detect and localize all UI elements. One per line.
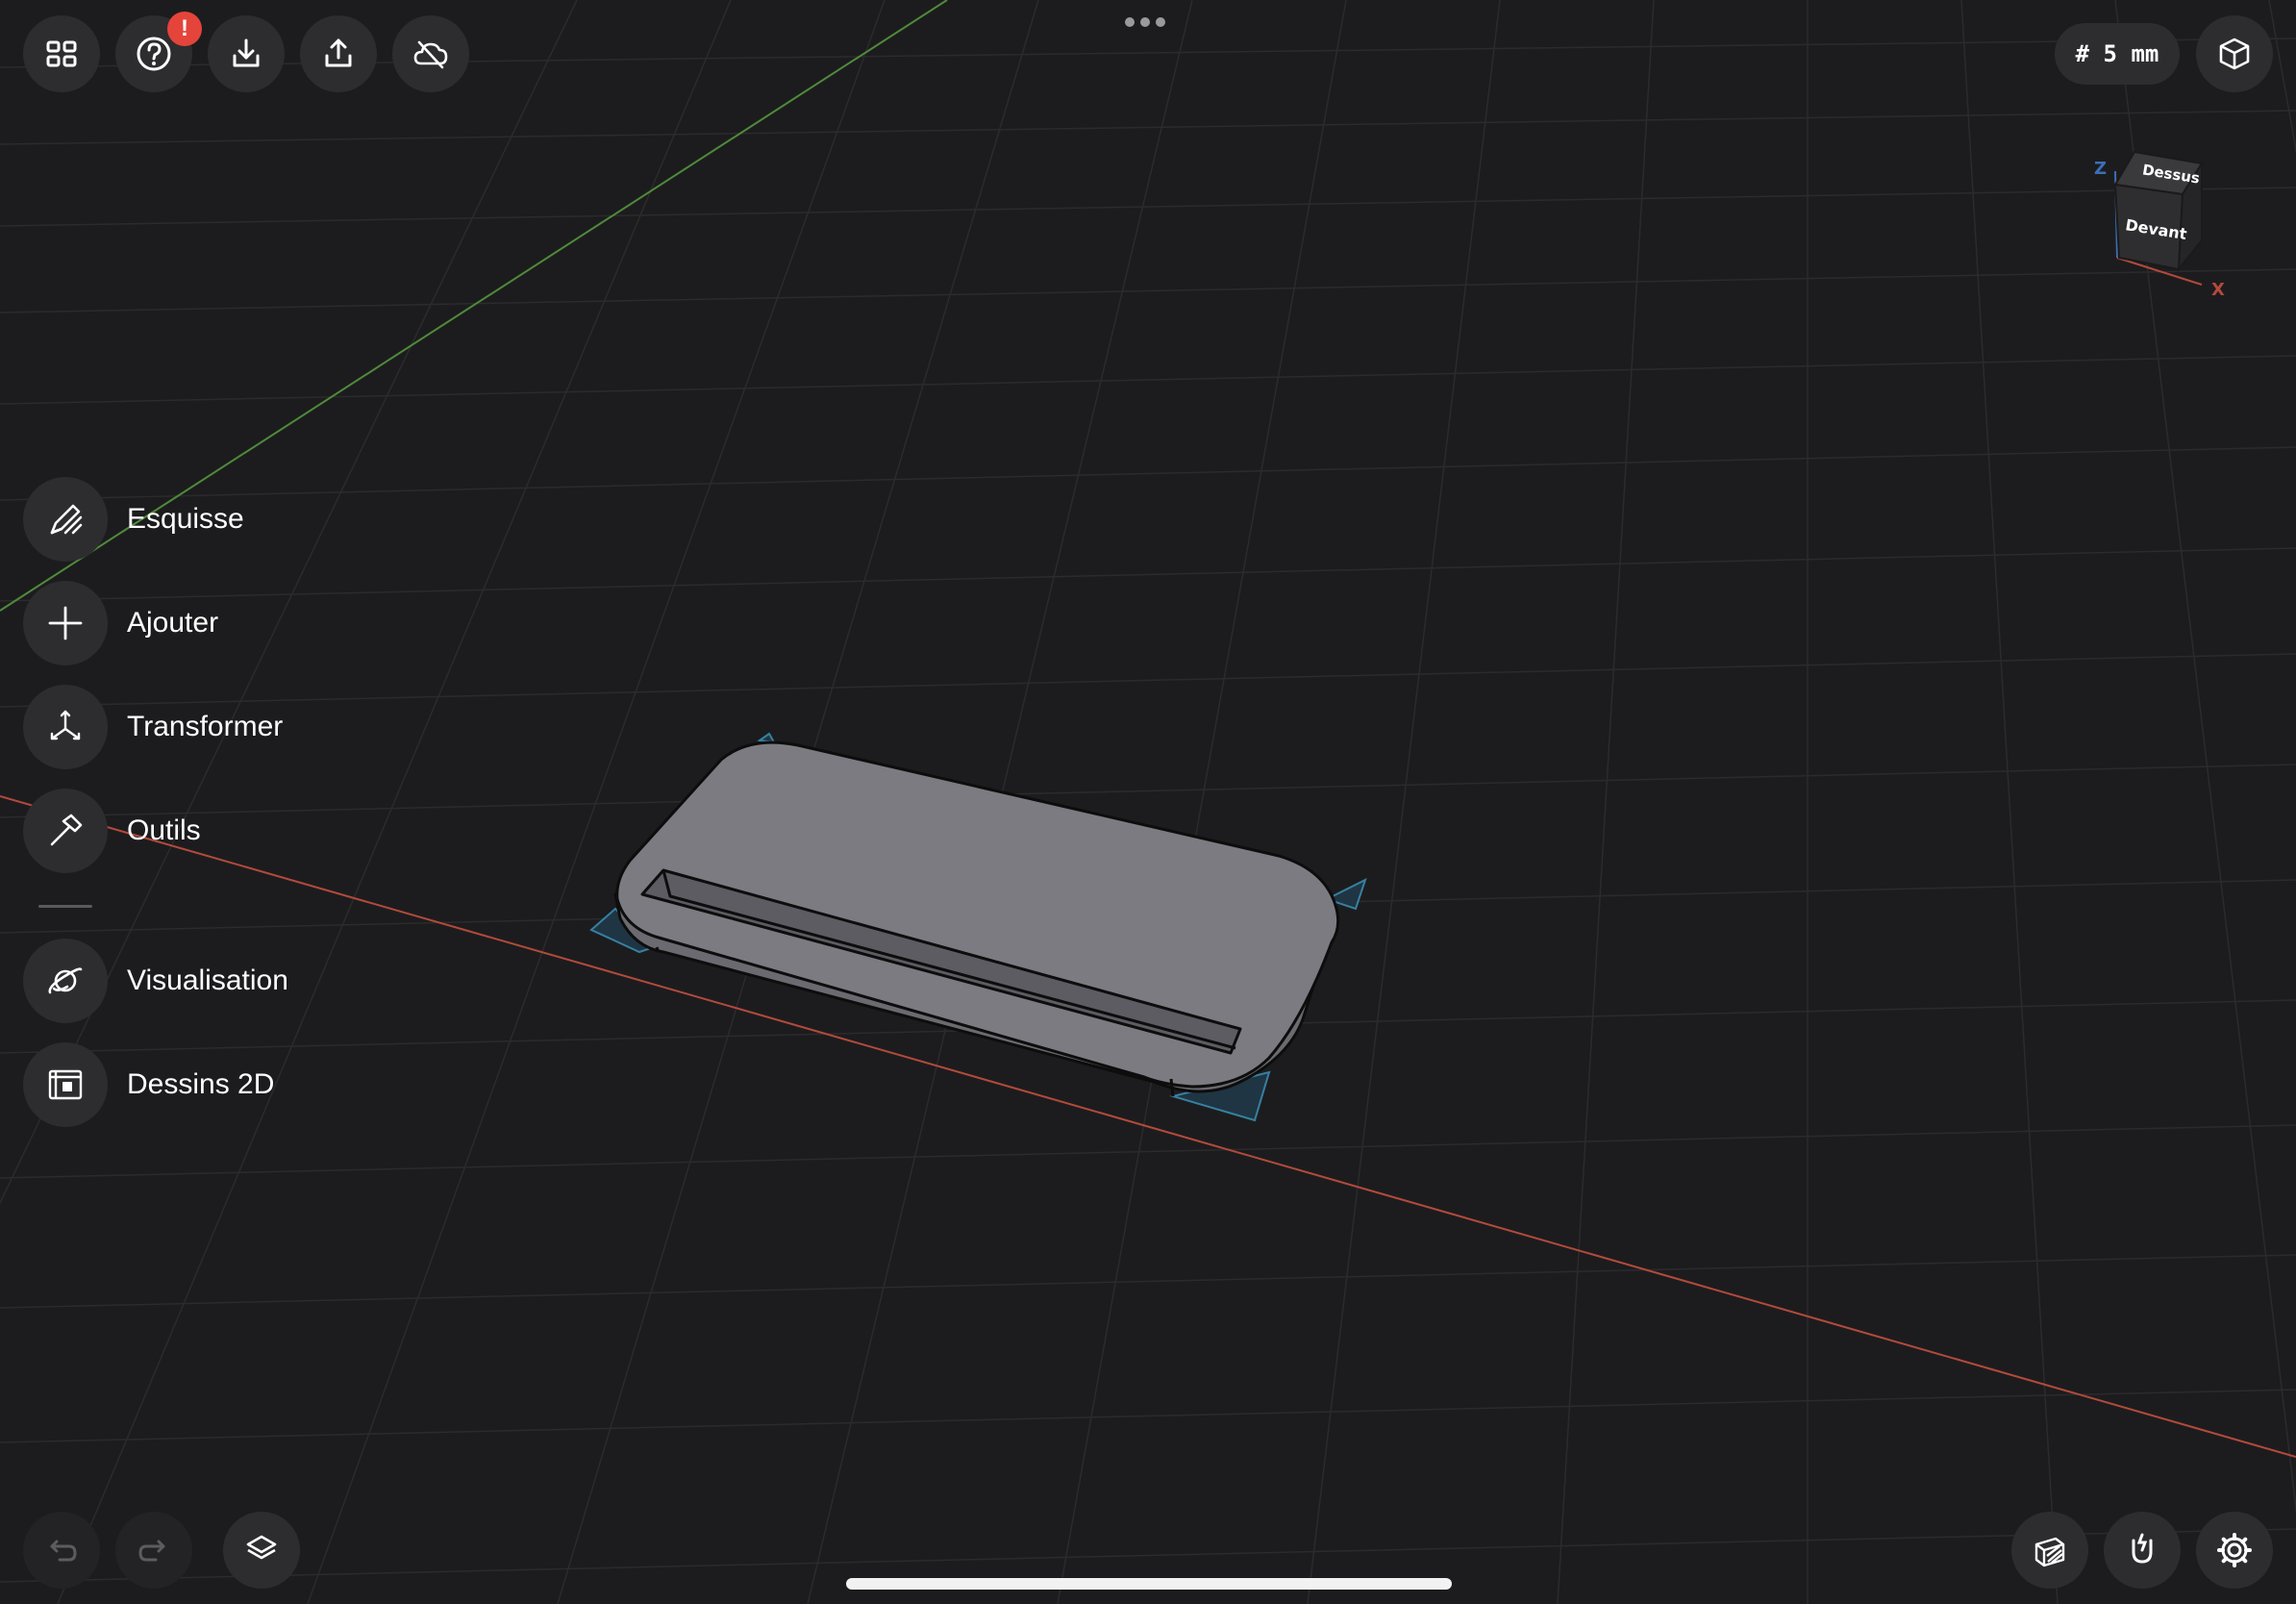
snap-button[interactable]: [2104, 1512, 2181, 1589]
transform-axes-icon: [50, 710, 81, 740]
menu-visualization[interactable]: Visualisation: [23, 939, 288, 1023]
grid-floor: [0, 0, 2296, 1604]
pencil-icon: [50, 504, 83, 535]
menu-tools-label: Outils: [127, 815, 201, 846]
share-icon: [325, 38, 352, 67]
menu-drawings[interactable]: Dessins 2D: [23, 1042, 274, 1127]
menu-sketch-label: Esquisse: [127, 503, 244, 535]
menu-transform-label: Transformer: [127, 711, 284, 742]
view-mode-button[interactable]: [2196, 15, 2273, 92]
undo-button[interactable]: [23, 1512, 100, 1589]
axis-x-label: X: [2211, 280, 2225, 300]
render-planet-icon: [48, 967, 83, 994]
menu-tools[interactable]: Outils: [23, 789, 201, 873]
layers-icon: [246, 1535, 277, 1560]
section-plane-icon: [2034, 1537, 2065, 1567]
redo-button[interactable]: [115, 1512, 192, 1589]
menu-transform[interactable]: Transformer: [23, 685, 283, 769]
plus-icon: [48, 606, 83, 640]
redo-icon: [138, 1540, 165, 1562]
settings-button[interactable]: [2196, 1512, 2273, 1589]
menu-drawings-label: Dessins 2D: [127, 1068, 275, 1100]
menu-add-label: Ajouter: [127, 607, 219, 639]
more-options[interactable]: [1125, 17, 1165, 27]
drawing-sheet-icon: [48, 1069, 83, 1100]
cube-view-icon: [2219, 38, 2250, 70]
import-button[interactable]: [208, 15, 285, 92]
menu-add[interactable]: Ajouter: [23, 581, 218, 665]
axis-z-label: Z: [2094, 159, 2107, 179]
menu-sketch[interactable]: Esquisse: [23, 477, 244, 562]
section-view-button[interactable]: [2011, 1512, 2088, 1589]
grid-icon: [46, 40, 77, 67]
3d-viewport[interactable]: [0, 0, 2296, 1604]
menu-visualization-label: Visualisation: [127, 965, 288, 996]
undo-icon: [50, 1540, 77, 1562]
layers-button[interactable]: [223, 1512, 300, 1589]
magnet-icon: [2132, 1533, 2153, 1564]
gear-icon: [2217, 1533, 2252, 1567]
import-icon: [233, 38, 260, 67]
apps-button[interactable]: [23, 15, 100, 92]
view-cube[interactable]: Z X Dessus Devant: [2086, 144, 2231, 303]
export-button[interactable]: [300, 15, 377, 92]
question-icon: [137, 37, 171, 71]
notification-badge: !: [167, 12, 202, 46]
hammer-icon: [50, 814, 83, 846]
menu-divider: [38, 905, 92, 908]
home-indicator[interactable]: [846, 1578, 1452, 1590]
cloud-button[interactable]: [392, 15, 469, 92]
grid-size-pill[interactable]: # 5 mm: [2055, 23, 2180, 85]
cloud-off-icon: [413, 40, 448, 69]
3d-model[interactable]: [613, 740, 1340, 1097]
